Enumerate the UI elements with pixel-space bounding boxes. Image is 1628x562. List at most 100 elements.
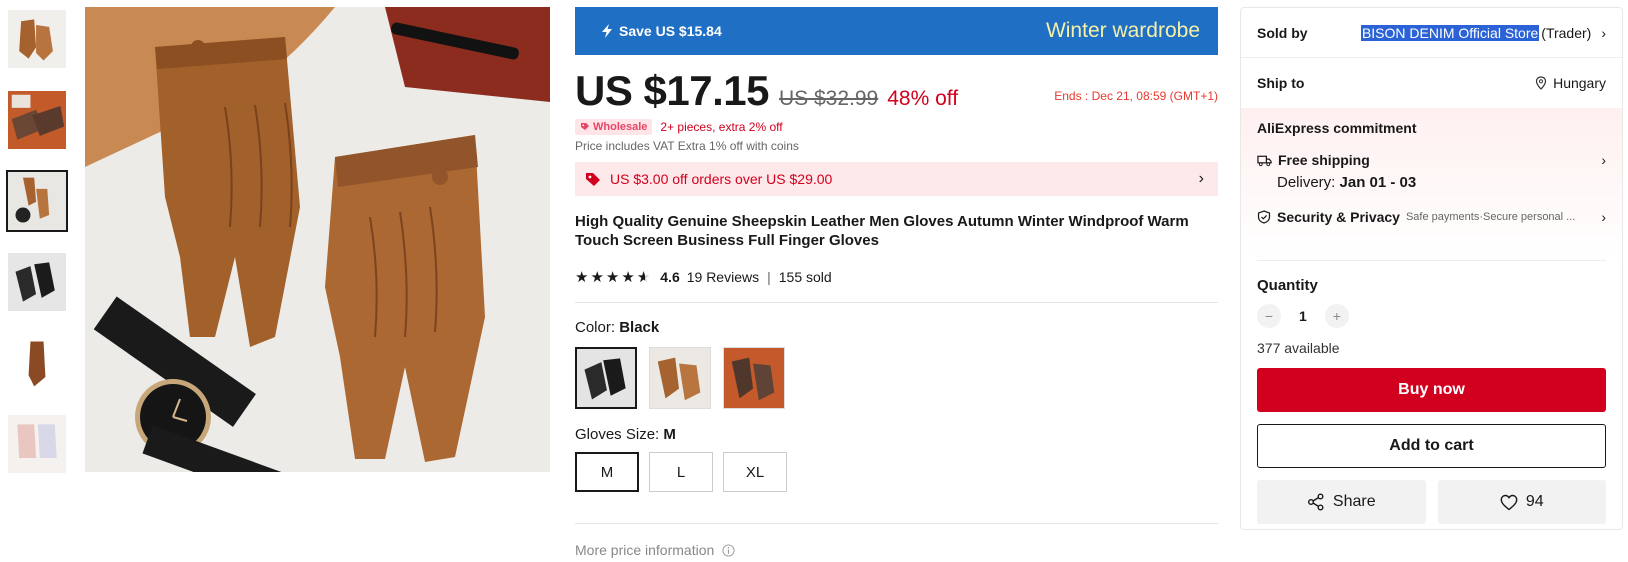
share-button[interactable]: Share (1257, 480, 1426, 524)
store-type: (Trader) (1541, 24, 1592, 41)
delivery-label: Delivery: (1277, 174, 1340, 191)
size-option-xl[interactable]: XL (723, 452, 787, 492)
security-row[interactable]: Security & Privacy Safe payments·Secure … (1257, 209, 1606, 225)
thumbnail-2[interactable] (6, 89, 68, 151)
deal-ends: Ends : Dec 21, 08:59 (GMT+1) (1054, 89, 1218, 103)
share-label: Share (1332, 493, 1376, 510)
shield-icon (1257, 210, 1271, 224)
security-subtitle: Safe payments·Secure personal ... (1405, 211, 1576, 223)
thumbnail-list (6, 8, 68, 494)
size-label: Gloves Size: M (575, 426, 1218, 443)
security-title: Security & Privacy (1277, 209, 1400, 225)
star-icon: ★ (605, 269, 620, 286)
size-selected: M (663, 426, 676, 443)
quantity-stepper: − 1 + (1241, 294, 1622, 328)
main-product-image[interactable] (85, 7, 550, 472)
banner-save-text: Save US $15.84 (619, 23, 722, 39)
rating-value: 4.6 (660, 269, 680, 285)
coupon-text: US $3.00 off orders over US $29.00 (610, 171, 833, 187)
coupon-bar[interactable]: US $3.00 off orders over US $29.00 › (575, 162, 1218, 196)
security-left: Security & Privacy Safe payments·Secure … (1257, 209, 1575, 225)
info-icon (722, 543, 735, 557)
heart-icon (1500, 494, 1518, 510)
tag-icon (586, 173, 600, 186)
star-icon: ★ ★ (636, 269, 651, 286)
ship-to-row[interactable]: Ship to Hungary (1241, 58, 1622, 108)
color-label: Color: Black (575, 319, 1218, 336)
location-pin-icon (1535, 76, 1547, 90)
quantity-value[interactable]: 1 (1299, 308, 1307, 324)
sold-by-label: Sold by (1257, 24, 1308, 41)
delivery-estimate: Delivery: Jan 01 - 03 (1277, 174, 1606, 191)
wholesale-badge-label: Wholesale (593, 121, 648, 133)
action-row: Share 94 (1257, 480, 1606, 524)
banner-campaign: Winter wardrobe (1045, 19, 1200, 42)
size-option-l[interactable]: L (649, 452, 713, 492)
thumbnail-5[interactable] (6, 332, 68, 394)
color-selected: Black (619, 319, 660, 336)
size-label-text: Gloves Size: (575, 426, 664, 443)
discount-percent: 48% off (887, 87, 959, 110)
price-row: US $17.15 US $32.99 48% off Ends : Dec 2… (575, 67, 1218, 115)
store-name: BISON DENIM Official Store (1360, 24, 1540, 41)
share-icon (1307, 493, 1324, 511)
store-link[interactable]: BISON DENIM Official Store (Trader) › (1360, 24, 1606, 41)
free-shipping-label: Free shipping (1278, 152, 1370, 168)
rating-row: ★ ★ ★ ★ ★ ★ 4.6 19 Reviews | 155 sold (575, 268, 1218, 286)
wholesale-text: 2+ pieces, extra 2% off (660, 120, 783, 134)
more-price-info[interactable]: More price information (575, 523, 1218, 558)
color-swatches (575, 347, 1218, 409)
decrease-button[interactable]: − (1257, 304, 1281, 328)
reviews-link[interactable]: 19 Reviews (687, 269, 759, 285)
thumbnail-4[interactable] (6, 251, 68, 313)
delivery-dates: Jan 01 - 03 (1339, 174, 1417, 191)
star-icon: ★ (575, 269, 589, 286)
thumbnail-1[interactable] (6, 8, 68, 70)
product-page: Save US $15.84 Winter wardrobe US $17.15… (0, 0, 1628, 562)
ship-to-label: Ship to (1257, 75, 1305, 91)
chevron-right-icon: › (1601, 152, 1606, 168)
increase-button[interactable]: + (1324, 304, 1349, 328)
swatch-coffee[interactable] (723, 347, 785, 409)
tag-small-icon (581, 123, 589, 130)
divider (575, 302, 1218, 303)
swatch-brown[interactable] (649, 347, 711, 409)
wishlist-button[interactable]: 94 (1437, 480, 1606, 524)
product-info: Save US $15.84 Winter wardrobe US $17.15… (575, 7, 1218, 558)
wholesale-row: Wholesale 2+ pieces, extra 2% off (575, 119, 1218, 135)
ship-to-selector[interactable]: Hungary (1535, 75, 1606, 91)
coupon-left: US $3.00 off orders over US $29.00 (585, 171, 832, 187)
product-title: High Quality Genuine Sheepskin Leather M… (575, 213, 1189, 249)
size-option-m[interactable]: M (575, 452, 639, 492)
add-to-cart-button[interactable]: Add to cart (1257, 424, 1606, 468)
purchase-panel: Sold by BISON DENIM Official Store (Trade… (1240, 7, 1623, 530)
lightning-icon (602, 24, 612, 38)
sold-by-row[interactable]: Sold by BISON DENIM Official Store (Trade… (1241, 8, 1622, 58)
current-price: US $17.15 (575, 67, 769, 114)
rating-separator: | (767, 269, 771, 285)
swatch-black[interactable] (575, 347, 637, 409)
banner-save: Save US $15.84 (599, 23, 722, 39)
star-fill: ★ (636, 269, 645, 286)
buy-now-button[interactable]: Buy now (1257, 368, 1606, 412)
commitment-title: AliExpress commitment (1257, 120, 1417, 136)
more-price-text: More price information (575, 542, 715, 558)
ship-to-country: Hungary (1553, 75, 1606, 91)
truck-icon (1257, 155, 1272, 166)
wishlist-count: 94 (1525, 493, 1544, 510)
color-label-text: Color: (575, 319, 620, 336)
thumbnail-3[interactable] (6, 170, 68, 232)
star-icon: ★ (621, 269, 635, 286)
size-options: M L XL (575, 452, 1218, 492)
original-price: US $32.99 (778, 87, 879, 110)
stock-available: 377 available (1257, 340, 1340, 356)
free-shipping-row[interactable]: Free shipping › (1257, 152, 1606, 168)
commitment-section: AliExpress commitment Free shipping › De… (1241, 108, 1622, 260)
chevron-right-icon: › (1601, 24, 1606, 41)
promo-banner[interactable]: Save US $15.84 Winter wardrobe (575, 7, 1218, 55)
wholesale-badge: Wholesale (575, 119, 653, 135)
thumbnail-6[interactable] (6, 413, 68, 475)
vat-note: Price includes VAT Extra 1% off with coi… (575, 139, 799, 153)
quantity-label: Quantity (1257, 277, 1318, 294)
star-rating: ★ ★ ★ ★ ★ ★ (575, 268, 650, 286)
